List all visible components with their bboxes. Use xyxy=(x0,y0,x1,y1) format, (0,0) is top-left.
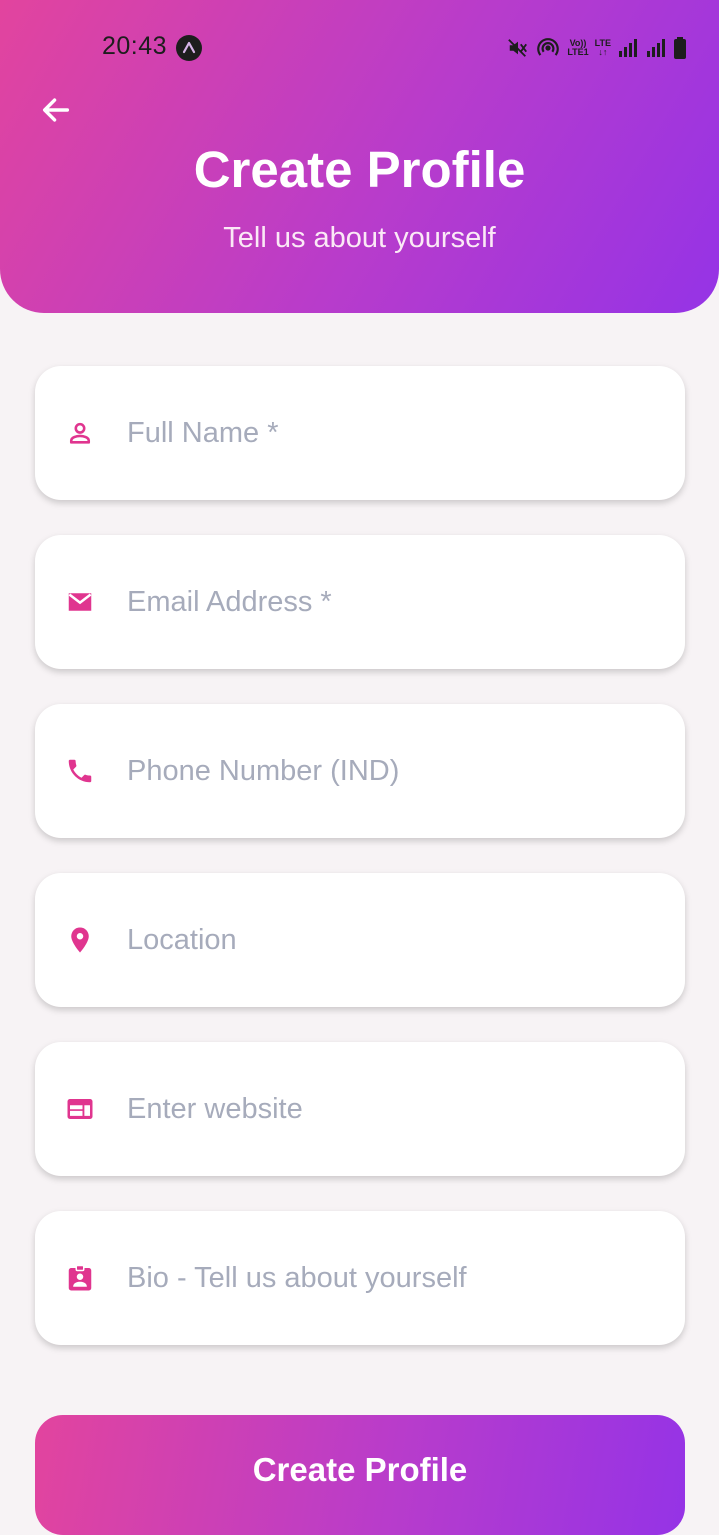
lte-label-bottom: ↓↑ xyxy=(598,47,608,57)
phone-input[interactable] xyxy=(125,753,649,789)
phone-icon xyxy=(64,755,96,787)
hotspot-icon xyxy=(535,35,561,61)
back-button[interactable] xyxy=(34,88,78,132)
status-time: 20:43 xyxy=(102,32,168,60)
bio-input[interactable] xyxy=(125,1260,649,1296)
status-bar: 20:43 Vo)) LTE1 LTE ↓↑ xyxy=(0,28,719,68)
email-field[interactable] xyxy=(35,535,685,669)
signal-icon xyxy=(617,37,639,59)
location-input[interactable] xyxy=(125,922,649,958)
lte-icon: LTE ↓↑ xyxy=(595,39,611,57)
arrow-left-icon xyxy=(42,98,70,122)
signal-icon xyxy=(645,37,667,59)
full-name-input[interactable] xyxy=(125,415,649,451)
volte-icon: Vo)) LTE1 xyxy=(567,39,588,57)
page-subtitle: Tell us about yourself xyxy=(223,222,496,254)
mail-icon xyxy=(64,586,96,618)
email-input[interactable] xyxy=(125,584,649,620)
location-pin-icon xyxy=(64,924,96,956)
expo-go-icon xyxy=(176,35,202,61)
website-field[interactable] xyxy=(35,1042,685,1176)
create-profile-button[interactable]: Create Profile xyxy=(35,1415,685,1535)
page-title: Create Profile xyxy=(193,141,526,198)
phone-field[interactable] xyxy=(35,704,685,838)
location-field[interactable] xyxy=(35,873,685,1007)
mute-icon xyxy=(507,37,529,59)
web-icon xyxy=(64,1093,96,1125)
badge-icon xyxy=(64,1262,96,1294)
person-icon xyxy=(64,417,96,449)
full-name-field[interactable] xyxy=(35,366,685,500)
status-icons: Vo)) LTE1 LTE ↓↑ xyxy=(507,33,687,63)
website-input[interactable] xyxy=(125,1091,649,1127)
bio-field[interactable] xyxy=(35,1211,685,1345)
volte-label-bottom: LTE1 xyxy=(567,47,589,57)
header: 20:43 Vo)) LTE1 LTE ↓↑ Create Profile Te… xyxy=(0,0,719,313)
battery-icon xyxy=(673,36,687,60)
